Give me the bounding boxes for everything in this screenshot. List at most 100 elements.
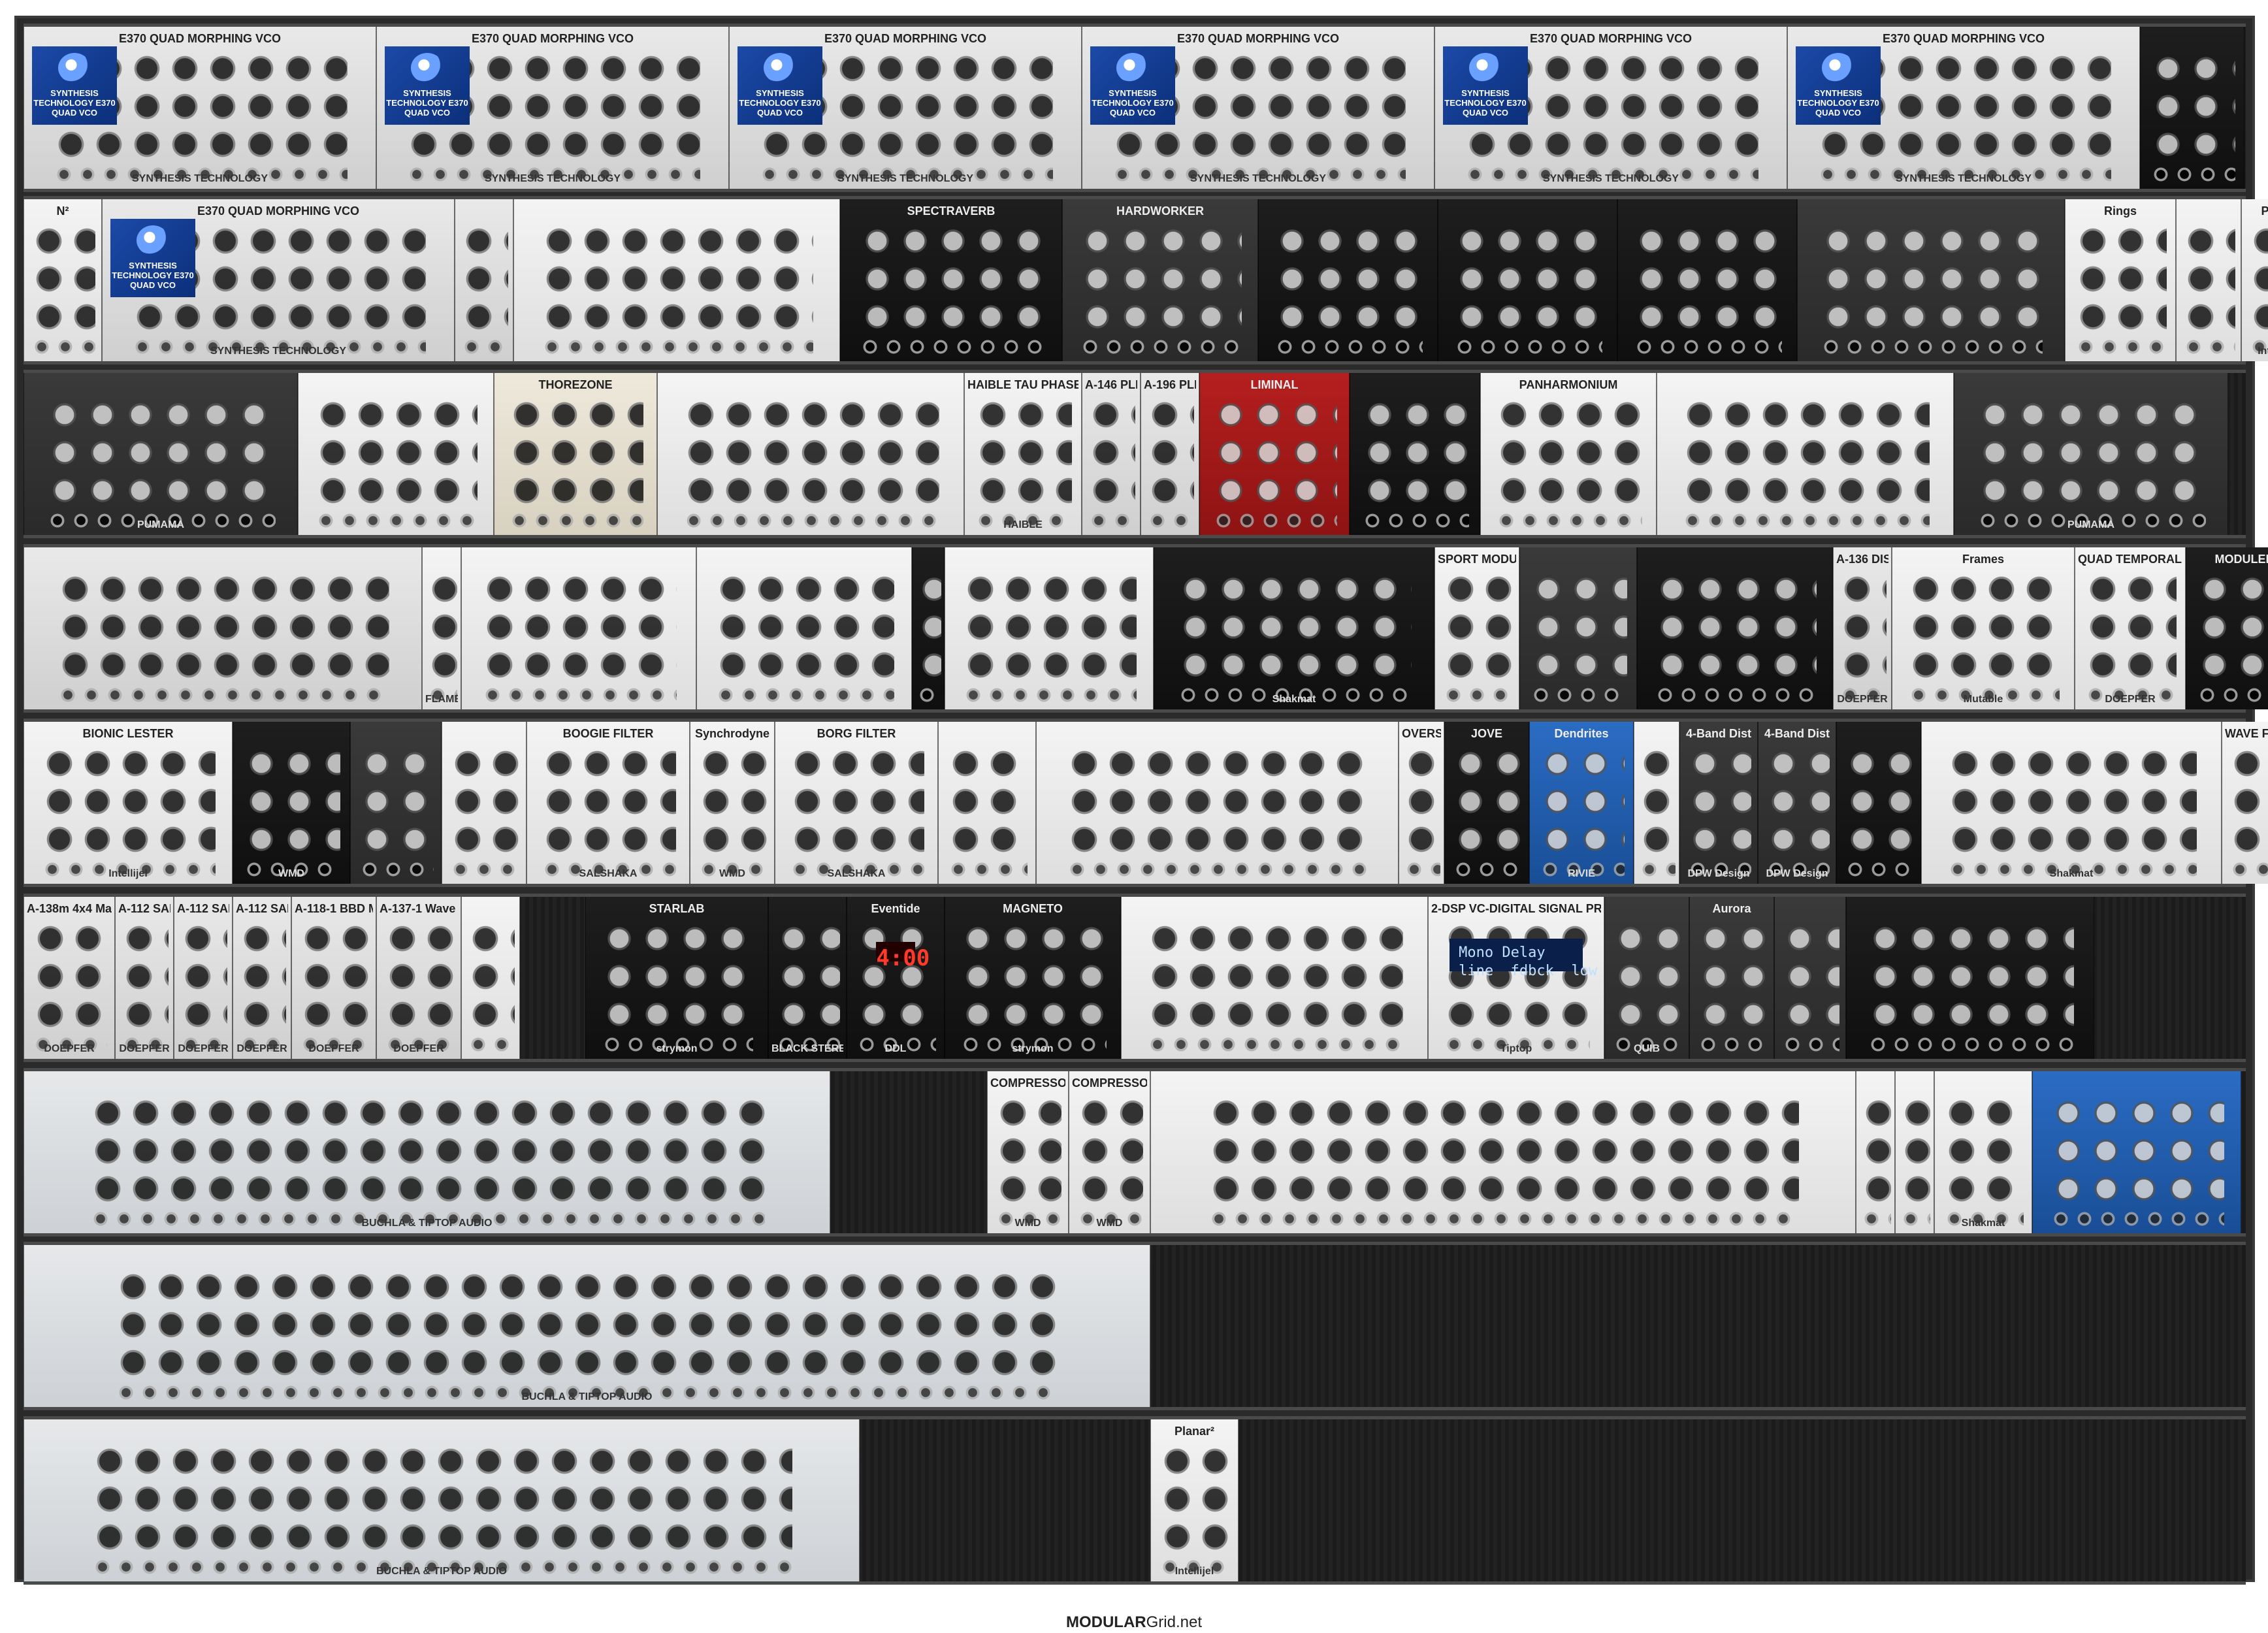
module-jacks[interactable]	[1653, 683, 1817, 703]
module[interactable]: PUMAMA	[1954, 373, 2228, 535]
module[interactable]	[1856, 1071, 1895, 1233]
module-jacks[interactable]	[1146, 509, 1194, 529]
module-jacks[interactable]	[1451, 858, 1522, 878]
module-knobs[interactable]	[1859, 1093, 1892, 1205]
module[interactable]	[2176, 199, 2241, 361]
module-knobs[interactable]	[1065, 744, 1369, 855]
module[interactable]: Shakmat	[1154, 547, 1434, 709]
module[interactable]: BUCHLA & TIPTOP AUDIO	[24, 1245, 1150, 1407]
module-knobs[interactable]	[1538, 744, 1625, 855]
module-jacks[interactable]	[1843, 858, 1914, 878]
module-jacks[interactable]	[1696, 1033, 1767, 1053]
module[interactable]: Synchrodyne WMD	[690, 722, 775, 884]
module[interactable]: SYNTHESIS TECHNOLOGY E370 QUAD VCO E370 Q…	[1787, 27, 2140, 189]
module-jacks[interactable]	[962, 683, 1137, 703]
module[interactable]: SYNTHESIS TECHNOLOGY E370 QUAD VCO E370 Q…	[24, 27, 376, 189]
module-knobs[interactable]	[46, 395, 276, 506]
module-knobs[interactable]	[299, 919, 369, 1030]
module[interactable]: A-112 SAMPLER DOEPFER	[115, 897, 174, 1059]
module[interactable]	[1121, 897, 1428, 1059]
module-knobs[interactable]	[1866, 919, 2074, 1030]
module-jacks[interactable]	[1207, 1207, 1799, 1227]
module[interactable]: QUAD TEMPORAL SHIFTER DOEPFER	[2075, 547, 2186, 709]
module[interactable]: BORG FILTER SALSHAKA	[775, 722, 938, 884]
module[interactable]	[442, 722, 526, 884]
module-knobs[interactable]	[1495, 395, 1642, 506]
module-jacks[interactable]	[2049, 1207, 2224, 1227]
module-jacks[interactable]	[2148, 163, 2236, 183]
module-knobs[interactable]	[1529, 570, 1627, 681]
module-knobs[interactable]	[1360, 395, 1470, 506]
module-knobs[interactable]	[1976, 395, 2206, 506]
module-knobs[interactable]	[2247, 221, 2268, 332]
module-knobs[interactable]	[858, 221, 1044, 332]
module-knobs[interactable]	[1681, 395, 1930, 506]
module-jacks[interactable]	[682, 509, 939, 529]
module[interactable]: MAGNETO strymon	[945, 897, 1121, 1059]
module-knobs[interactable]	[449, 744, 519, 855]
module-knobs[interactable]	[1653, 570, 1817, 681]
module[interactable]: Aurora	[1689, 897, 1774, 1059]
module[interactable]: Dendrites RIVIE	[1529, 722, 1634, 884]
module-jacks[interactable]	[1146, 1033, 1403, 1053]
module-knobs[interactable]	[425, 570, 458, 681]
module-knobs[interactable]	[600, 919, 753, 1030]
module-knobs[interactable]	[1207, 1093, 1799, 1205]
module[interactable]: A-196 PLL	[1141, 373, 1199, 535]
module[interactable]	[1036, 722, 1399, 884]
module-knobs[interactable]	[974, 395, 1072, 506]
module[interactable]: A-112 SAMPLER DOEPFER	[233, 897, 291, 1059]
module[interactable]	[696, 547, 912, 709]
module-jacks[interactable]	[30, 335, 95, 355]
module-knobs[interactable]	[1819, 221, 2043, 332]
module[interactable]	[1258, 199, 1438, 361]
module-jacks[interactable]	[946, 858, 1028, 878]
module[interactable]	[455, 199, 513, 361]
module[interactable]	[298, 373, 494, 535]
module-knobs[interactable]	[1945, 744, 2197, 855]
module-jacks[interactable]	[714, 683, 894, 703]
module-knobs[interactable]	[1146, 919, 1403, 1030]
module-knobs[interactable]	[1632, 221, 1783, 332]
module-jacks[interactable]	[1681, 509, 1930, 529]
module-knobs[interactable]	[358, 744, 434, 855]
module[interactable]	[1797, 199, 2065, 361]
module[interactable]	[1350, 373, 1480, 535]
module-knobs[interactable]	[1078, 221, 1242, 332]
module-knobs[interactable]	[1612, 919, 1682, 1030]
module[interactable]: SYNTHESIS TECHNOLOGY E370 QUAD VCO E370 Q…	[376, 27, 729, 189]
module[interactable]: SPECTRAVERB	[840, 199, 1062, 361]
module-knobs[interactable]	[40, 744, 216, 855]
module-knobs[interactable]	[2074, 221, 2167, 332]
module[interactable]: OVERSEER	[1399, 722, 1444, 884]
module[interactable]: Plonk Intellijel	[2241, 199, 2268, 361]
module-knobs[interactable]	[775, 919, 840, 1030]
module-jacks[interactable]	[1529, 683, 1627, 703]
module-knobs[interactable]	[1696, 919, 1767, 1030]
module-knobs[interactable]	[788, 744, 925, 855]
module[interactable]	[657, 373, 964, 535]
module[interactable]	[24, 547, 422, 709]
module-knobs[interactable]	[1402, 744, 1440, 855]
module[interactable]	[350, 722, 442, 884]
module[interactable]	[1617, 199, 1797, 361]
module[interactable]	[945, 547, 1154, 709]
module[interactable]: STARLAB strymon	[585, 897, 768, 1059]
module[interactable]: Frames Mutable	[1892, 547, 2075, 709]
module[interactable]	[513, 199, 840, 361]
module[interactable]: PUMAMA	[24, 373, 298, 535]
module[interactable]	[912, 547, 945, 709]
module[interactable]: BIONIC LESTER Intellijel	[24, 722, 233, 884]
module[interactable]: SPORT MODULATOR	[1434, 547, 1519, 709]
module[interactable]: 4-Band Dist DPW Design	[1758, 722, 1836, 884]
module-jacks[interactable]	[1780, 1033, 1840, 1053]
module-jacks[interactable]	[1402, 858, 1440, 878]
module-jacks[interactable]	[480, 683, 677, 703]
module-knobs[interactable]	[915, 570, 942, 681]
module-jacks[interactable]	[2228, 858, 2268, 878]
module-knobs[interactable]	[1075, 1093, 1144, 1205]
module-knobs[interactable]	[962, 570, 1137, 681]
module-knobs[interactable]	[2181, 221, 2236, 332]
module-jacks[interactable]	[1212, 509, 1337, 529]
module-knobs[interactable]	[1942, 1093, 2024, 1205]
